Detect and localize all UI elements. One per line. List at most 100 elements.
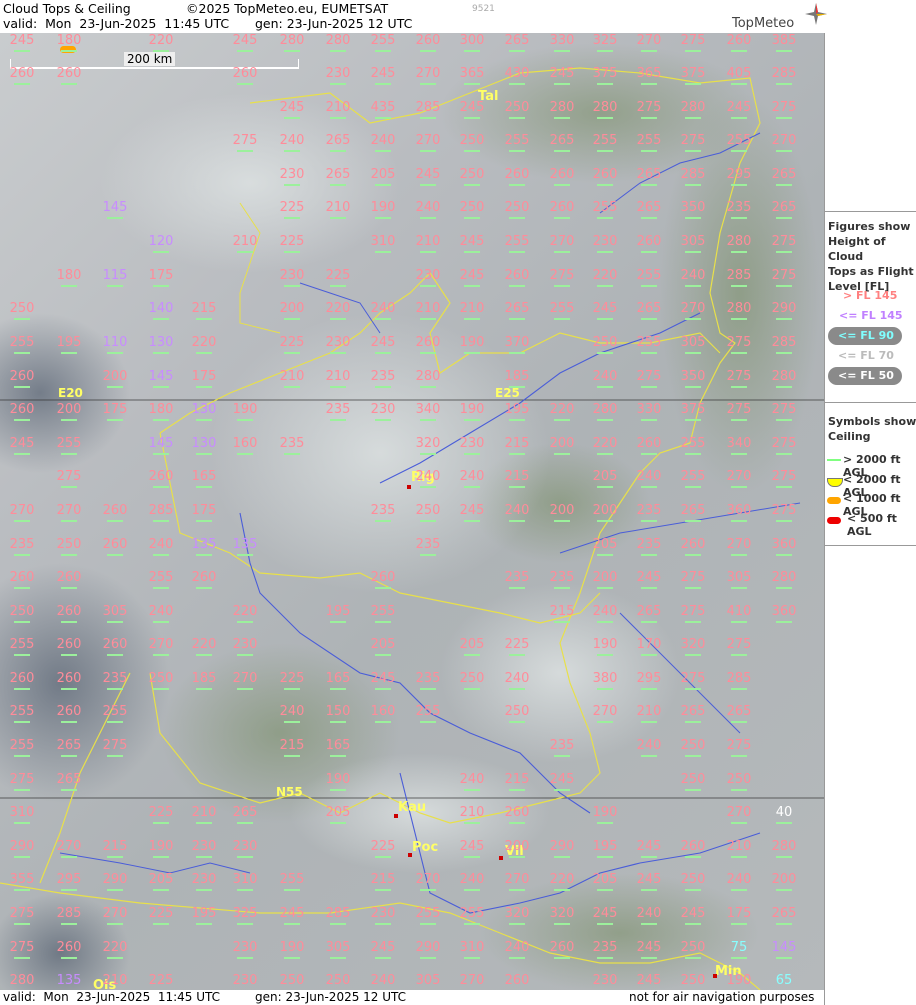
cloud-top-value: 240 <box>455 773 489 791</box>
cloud-top-value: 130 <box>187 437 221 455</box>
city-marker-vil <box>499 856 503 860</box>
cloud-top-value: 295 <box>52 873 86 891</box>
cloud-top-value: 230 <box>228 974 262 988</box>
cloud-top-value: 270 <box>722 538 756 556</box>
cloud-top-value: 230 <box>588 235 622 253</box>
cloud-top-value: 220 <box>144 34 178 52</box>
cloud-top-value: 245 <box>588 302 622 320</box>
cloud-top-value: 260 <box>545 168 579 186</box>
cloud-top-value: 240 <box>366 134 400 152</box>
cloud-top-value: 215 <box>500 470 534 488</box>
cloud-top-value: 210 <box>455 302 489 320</box>
cloud-top-value: 205 <box>321 806 355 824</box>
cloud-top-value: 240 <box>411 470 445 488</box>
brand-logo-text: TopMeteo <box>732 16 795 31</box>
cloud-top-value: 230 <box>228 638 262 656</box>
cloud-top-value: 260 <box>5 67 39 85</box>
cloud-top-value: 250 <box>411 504 445 522</box>
cloud-top-value: 240 <box>632 907 666 925</box>
cloud-top-value: 65 <box>767 974 801 988</box>
cloud-top-value: 245 <box>588 907 622 925</box>
cloud-top-value: 210 <box>275 370 309 388</box>
cloud-top-value: 250 <box>5 302 39 320</box>
cloud-top-value: 350 <box>676 201 710 219</box>
cloud-top-value: 240 <box>411 201 445 219</box>
cloud-top-value: 270 <box>411 134 445 152</box>
cloud-top-value: 230 <box>366 907 400 925</box>
legend-panel: Figures show Height of Cloud Tops as Fli… <box>824 33 916 1005</box>
cloud-top-value: 280 <box>676 101 710 119</box>
cloud-top-value: 200 <box>545 504 579 522</box>
cloud-top-value: 235 <box>366 370 400 388</box>
cloud-top-value: 340 <box>411 403 445 421</box>
city-marker-pos <box>408 853 412 857</box>
cloud-top-value: 210 <box>187 806 221 824</box>
cloud-top-value: 320 <box>676 638 710 656</box>
cloud-top-value: 190 <box>275 941 309 959</box>
satellite-map[interactable]: 200 km E20 E25 N55 Tal Rig Kau Poc Vil M… <box>0 33 824 990</box>
legend-fl-le-50: <= FL 50 <box>838 369 894 382</box>
cloud-top-value: 245 <box>5 437 39 455</box>
cloud-top-value: 320 <box>500 907 534 925</box>
cloud-top-value: 250 <box>500 705 534 723</box>
cloud-top-value: 275 <box>5 773 39 791</box>
cloud-top-value: 290 <box>98 873 132 891</box>
cloud-top-value: 250 <box>500 201 534 219</box>
cloud-top-value: 235 <box>545 571 579 589</box>
cloud-top-value: 275 <box>676 134 710 152</box>
cloud-top-value: 240 <box>144 538 178 556</box>
cloud-top-value: 285 <box>411 101 445 119</box>
cloud-top-value: 180 <box>52 34 86 52</box>
cloud-top-value: 255 <box>144 571 178 589</box>
cloud-top-value: 245 <box>366 67 400 85</box>
cloud-top-value: 275 <box>722 403 756 421</box>
cloud-top-value: 270 <box>632 34 666 52</box>
cloud-top-value: 210 <box>321 101 355 119</box>
grid-label-e20: E20 <box>58 386 83 400</box>
cloud-top-value: 245 <box>632 571 666 589</box>
cloud-top-value: 190 <box>144 840 178 858</box>
cloud-top-value: 170 <box>632 638 666 656</box>
cloud-top-value: 225 <box>275 201 309 219</box>
cloud-top-value: 235 <box>411 672 445 690</box>
cloud-top-value: 230 <box>321 67 355 85</box>
cloud-top-value: 245 <box>228 34 262 52</box>
cloud-top-value: 245 <box>455 101 489 119</box>
cloud-top-value: 215 <box>545 605 579 623</box>
cloud-top-value: 230 <box>187 873 221 891</box>
legend-divider-2 <box>825 402 916 403</box>
cloud-top-value: 270 <box>767 134 801 152</box>
cloud-top-value: 265 <box>500 34 534 52</box>
cloud-top-value: 180 <box>52 269 86 287</box>
cloud-top-value: 200 <box>98 370 132 388</box>
cloud-top-value: 115 <box>98 269 132 287</box>
legend-tops-title: Figures show Height of Cloud Tops as Fli… <box>828 220 914 293</box>
cloud-top-value: 220 <box>321 302 355 320</box>
cloud-top-value: 200 <box>767 873 801 891</box>
cloud-top-value: 225 <box>366 840 400 858</box>
cloud-top-value: 215 <box>275 739 309 757</box>
cloud-top-value: 225 <box>144 907 178 925</box>
cloud-top-value: 330 <box>632 403 666 421</box>
city-label-kau: Kau <box>398 800 427 815</box>
cloud-top-value: 200 <box>275 302 309 320</box>
cloud-top-value: 365 <box>455 67 489 85</box>
cloud-top-value: 245 <box>545 773 579 791</box>
cloud-top-value: 305 <box>676 235 710 253</box>
cloud-top-value: 220 <box>545 403 579 421</box>
cloud-top-value: 275 <box>5 907 39 925</box>
scale-bar-label: 200 km <box>124 52 176 66</box>
cloud-top-value: 245 <box>632 941 666 959</box>
cloud-top-value: 240 <box>500 504 534 522</box>
cloud-top-value: 225 <box>321 269 355 287</box>
cloud-top-value: 280 <box>722 302 756 320</box>
cloud-top-value: 200 <box>588 571 622 589</box>
ceiling-red-icon <box>827 517 841 524</box>
cloud-top-value: 375 <box>588 67 622 85</box>
cloud-top-value: 260 <box>52 941 86 959</box>
cloud-top-value: 245 <box>275 907 309 925</box>
cloud-top-value: 360 <box>767 538 801 556</box>
cloud-top-value: 365 <box>632 67 666 85</box>
cloud-top-value: 165 <box>321 739 355 757</box>
cloud-top-value: 250 <box>722 773 756 791</box>
